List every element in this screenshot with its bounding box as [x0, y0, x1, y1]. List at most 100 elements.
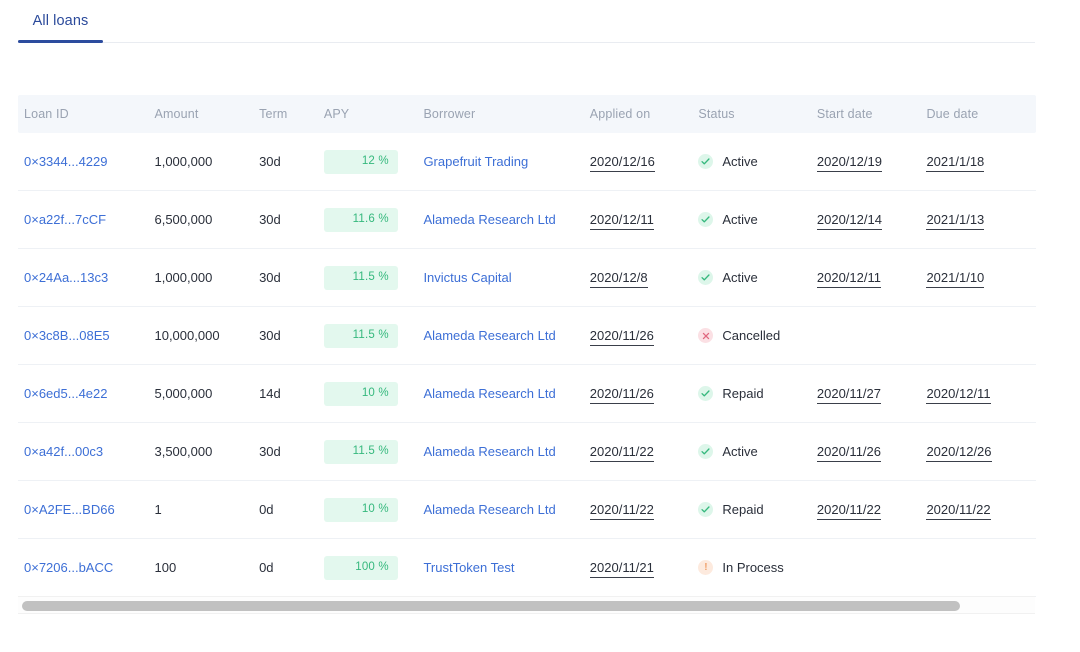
cell-applied-on: 2020/11/22	[589, 501, 699, 520]
applied-on-date[interactable]: 2020/11/26	[589, 385, 654, 404]
table-body: 0×3344...4229 1,000,000 30d 12 % Grapefruit …	[18, 133, 1036, 597]
apy-value: 11.5 %	[352, 328, 389, 341]
applied-on-date[interactable]: 2020/11/22	[589, 501, 654, 520]
horizontal-scrollbar-track[interactable]	[18, 596, 1035, 614]
table-row[interactable]: 0×3c8B...08E5 10,000,000 30d 11.5 % Alameda …	[18, 307, 1036, 365]
cell-loan-id: 0×3c8B...08E5	[18, 327, 154, 345]
cell-term: 30d	[259, 212, 281, 227]
status-badge: Cancelled	[698, 328, 817, 343]
cell-start-date: 2020/12/11	[816, 269, 927, 288]
start-date[interactable]: 2020/12/11	[816, 269, 881, 288]
borrower-link[interactable]: Alameda Research Ltd	[423, 444, 555, 459]
cell-amount: 6,500,000	[154, 212, 213, 227]
start-date[interactable]: 2020/11/26	[816, 443, 881, 462]
cell-term: 14d	[259, 386, 281, 401]
cell-borrower: Invictus Capital	[423, 269, 589, 287]
table-row[interactable]: 0×7206...bACC 100 0d 100 % TrustToken Test 20…	[18, 539, 1036, 597]
cell-loan-id: 0×a42f...00c3	[18, 443, 154, 461]
apy-value: 11.6 %	[352, 212, 389, 225]
cell-loan-id: 0×3344...4229	[18, 153, 154, 171]
cell-applied-on: 2020/11/26	[589, 385, 699, 404]
applied-on-date[interactable]: 2020/12/11	[589, 211, 654, 230]
x-icon	[698, 328, 714, 343]
cell-apy: 11.5 %	[323, 439, 424, 464]
borrower-link[interactable]: Alameda Research Ltd	[423, 386, 555, 401]
loan-id-link[interactable]: 0×3344...4229	[24, 154, 108, 169]
check-icon	[698, 270, 714, 285]
horizontal-scroll-thumb[interactable]	[22, 601, 960, 611]
cell-start-date: 2020/12/14	[816, 211, 927, 230]
cell-term: 30d	[259, 154, 281, 169]
loan-id-link[interactable]: 0×a42f...00c3	[24, 444, 103, 459]
applied-on-date[interactable]: 2020/11/26	[589, 327, 654, 346]
start-date[interactable]: 2020/11/22	[816, 501, 881, 520]
start-date[interactable]: 2020/11/27	[816, 385, 881, 404]
status-badge: Active	[698, 444, 817, 459]
status-label: Active	[722, 154, 758, 169]
cell-apy: 11.6 %	[323, 207, 424, 232]
status-badge: Repaid	[698, 502, 817, 517]
table-row[interactable]: 0×3344...4229 1,000,000 30d 12 % Grapefruit …	[18, 133, 1036, 191]
applied-on-date[interactable]: 2020/11/22	[589, 443, 654, 462]
loan-id-link[interactable]: 0×a22f...7cCF	[24, 212, 106, 227]
loan-id-link[interactable]: 0×3c8B...08E5	[24, 328, 110, 343]
table-row[interactable]: 0×24Aa...13c3 1,000,000 30d 11.5 % Invictus …	[18, 249, 1036, 307]
column-header-loan-id: Loan ID	[24, 106, 69, 121]
start-date[interactable]: 2020/12/14	[816, 211, 882, 230]
cell-term: 30d	[259, 328, 281, 343]
table-row[interactable]: 0×a22f...7cCF 6,500,000 30d 11.6 % Alameda R…	[18, 191, 1036, 249]
cell-start-date: 2020/11/22	[816, 501, 927, 520]
cell-apy: 12 %	[323, 149, 424, 174]
borrower-link[interactable]: Grapefruit Trading	[423, 154, 528, 169]
check-icon	[698, 212, 714, 227]
due-date[interactable]: 2021/1/10	[926, 269, 985, 288]
due-date[interactable]: 2020/11/22	[926, 501, 991, 520]
applied-on-date[interactable]: 2020/12/8	[589, 269, 648, 288]
due-date[interactable]: 2020/12/11	[926, 385, 991, 404]
start-date[interactable]: 2020/12/19	[816, 153, 882, 172]
table-row[interactable]: 0×6ed5...4e22 5,000,000 14d 10 % Alameda Res…	[18, 365, 1036, 423]
status-label: Active	[722, 444, 758, 459]
cell-due-date: 2021/1/10	[926, 269, 1036, 288]
applied-on-date[interactable]: 2020/11/21	[589, 559, 654, 578]
check-icon	[698, 386, 714, 401]
cell-start-date: 2020/12/19	[816, 153, 927, 172]
table-row[interactable]: 0×a42f...00c3 3,500,000 30d 11.5 % Alameda R…	[18, 423, 1036, 481]
due-date[interactable]: 2021/1/18	[926, 153, 985, 172]
apy-value: 11.5 %	[352, 444, 389, 457]
cell-loan-id: 0×A2FE...BD66	[18, 501, 154, 519]
tab-all-loans[interactable]: All loans	[18, 0, 103, 43]
check-icon	[698, 444, 714, 459]
cell-status: Repaid	[698, 386, 817, 401]
cell-borrower: Alameda Research Ltd	[423, 327, 589, 345]
column-header-amount: Amount	[154, 106, 199, 121]
due-date[interactable]: 2021/1/13	[926, 211, 985, 230]
loan-id-link[interactable]: 0×6ed5...4e22	[24, 386, 108, 401]
table-row[interactable]: 0×A2FE...BD66 1 0d 10 % Alameda Research Ltd…	[18, 481, 1036, 539]
cell-loan-id: 0×6ed5...4e22	[18, 385, 154, 403]
borrower-link[interactable]: Alameda Research Ltd	[423, 328, 555, 343]
apy-badge: 10 %	[323, 381, 398, 406]
borrower-link[interactable]: Alameda Research Ltd	[423, 212, 555, 227]
tab-active-indicator	[18, 40, 103, 43]
cell-amount: 3,500,000	[154, 444, 213, 459]
borrower-link[interactable]: Alameda Research Ltd	[423, 502, 555, 517]
applied-on-date[interactable]: 2020/12/16	[589, 153, 655, 172]
loan-id-link[interactable]: 0×7206...bACC	[24, 560, 113, 575]
loan-id-link[interactable]: 0×24Aa...13c3	[24, 270, 108, 285]
borrower-link[interactable]: TrustToken Test	[423, 560, 514, 575]
cell-loan-id: 0×24Aa...13c3	[18, 269, 154, 287]
status-badge: ! In Process	[698, 560, 817, 575]
exclamation-icon: !	[698, 560, 714, 575]
status-label: Repaid	[722, 386, 764, 401]
cell-applied-on: 2020/11/21	[589, 559, 699, 578]
cell-loan-id: 0×a22f...7cCF	[18, 211, 154, 229]
loan-id-link[interactable]: 0×A2FE...BD66	[24, 502, 115, 517]
cell-term: 0d	[259, 502, 274, 517]
apy-badge: 11.5 %	[323, 265, 398, 290]
loans-page: All loans Loan ID Amount Term APY Borrow…	[0, 0, 1080, 652]
cell-amount: 100	[154, 560, 177, 575]
borrower-link[interactable]: Invictus Capital	[423, 270, 511, 285]
cell-term: 30d	[259, 270, 281, 285]
due-date[interactable]: 2020/12/26	[926, 443, 992, 462]
